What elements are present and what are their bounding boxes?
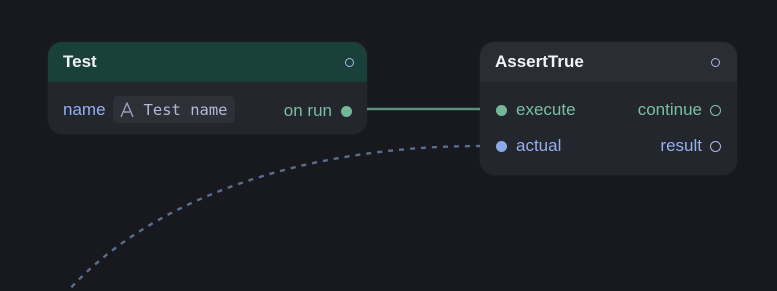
execute-port[interactable] xyxy=(496,104,507,116)
assert-node-header[interactable]: AssertTrue xyxy=(480,42,737,82)
continue-port[interactable] xyxy=(710,104,721,116)
test-node-header[interactable]: Test xyxy=(48,42,367,82)
assert-true-node[interactable]: AssertTrue execute continue actual resul… xyxy=(480,42,737,175)
on-run-port[interactable] xyxy=(341,105,352,117)
text-type-icon xyxy=(119,101,134,117)
actual-input-row: actual xyxy=(496,136,561,156)
name-field-label: name xyxy=(63,99,106,119)
actual-label: actual xyxy=(516,136,562,155)
test-node-title: Test xyxy=(63,52,97,71)
execute-label: execute xyxy=(516,100,576,119)
result-port[interactable] xyxy=(710,140,721,152)
node-graph-canvas[interactable]: Test name Test name on run AssertTrue ex… xyxy=(0,0,777,291)
result-output-row: result xyxy=(660,136,721,156)
name-field-value: Test name xyxy=(143,100,228,119)
test-node[interactable]: Test name Test name on run xyxy=(48,42,367,134)
on-run-label: on run xyxy=(283,101,332,120)
execute-input-row: execute xyxy=(496,100,576,120)
name-field-input[interactable]: Test name xyxy=(112,96,235,123)
result-label: result xyxy=(660,136,702,155)
test-node-exec-in-port[interactable] xyxy=(345,57,354,67)
actual-port[interactable] xyxy=(496,140,507,152)
assert-node-title: AssertTrue xyxy=(495,52,584,71)
data-wire xyxy=(67,144,482,291)
assert-node-header-port[interactable] xyxy=(711,57,720,67)
continue-label: continue xyxy=(637,100,702,119)
test-name-row: name Test name xyxy=(63,96,235,123)
on-run-output-row: on run xyxy=(284,101,352,121)
continue-output-row: continue xyxy=(638,100,721,120)
